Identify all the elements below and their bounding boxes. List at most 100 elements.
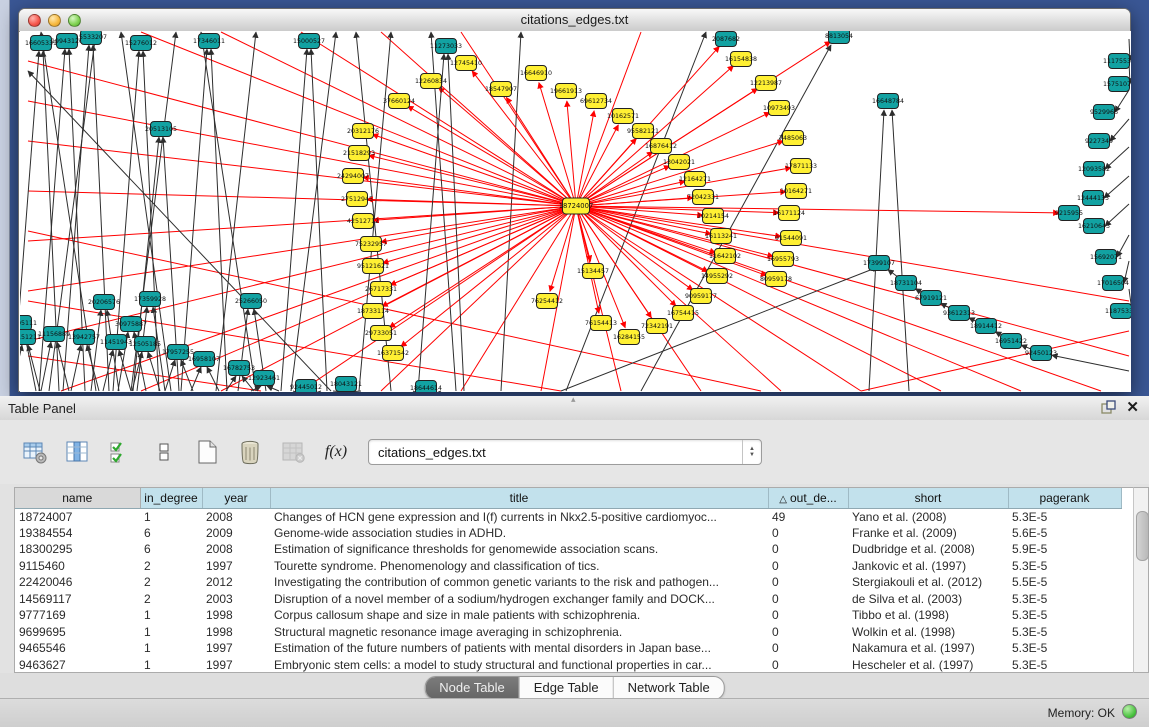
table-row[interactable]: 1938455462009Genome-wide association stu… (15, 525, 1121, 542)
table-row[interactable]: 911546021997Tourette syndrome. Phenomeno… (15, 558, 1121, 575)
memory-ok-indicator[interactable] (1122, 704, 1137, 719)
graph-node[interactable]: 15533207 (75, 31, 107, 45)
select-all-check-icon[interactable] (106, 437, 136, 467)
table-row[interactable]: 2242004622012Investigating the contribut… (15, 574, 1121, 591)
column-header-in_degree[interactable]: in_degree (140, 488, 202, 508)
new-document-icon[interactable] (192, 437, 222, 467)
graph-node[interactable]: 76154413 (585, 316, 617, 331)
graph-node[interactable]: 2087682 (712, 32, 740, 47)
cell-in_degree: 6 (140, 525, 202, 542)
scrollbar-thumb[interactable] (1136, 511, 1149, 561)
graph-node[interactable]: 72342191 (641, 319, 673, 334)
table-row[interactable]: 1456911722003Disruption of a novel membe… (15, 591, 1121, 608)
graph-node[interactable]: 75232957 (355, 237, 387, 252)
graph-node[interactable]: 16951422 (995, 334, 1027, 349)
cell-title: Disruption of a novel member of a sodium… (270, 591, 768, 608)
table-row[interactable]: 969969511998Structural magnetic resonanc… (15, 624, 1121, 641)
tab-edge-table[interactable]: Edge Table (519, 677, 613, 699)
column-header-year[interactable]: year (202, 488, 270, 508)
tab-node-table[interactable]: Node Table (425, 677, 519, 699)
graph-node[interactable]: 19943120 (51, 34, 83, 49)
graph-node[interactable]: 7485063 (779, 131, 807, 146)
graph-node[interactable]: 16782753 (223, 361, 255, 376)
table-row[interactable]: 1830029562008Estimation of significance … (15, 541, 1121, 558)
graph-node[interactable]: 91544091 (775, 231, 807, 246)
graph-node[interactable]: 15276012 (125, 36, 157, 51)
cell-short: Stergiakouli et al. (2012) (848, 574, 1008, 591)
graph-node[interactable]: 19661913 (550, 84, 582, 99)
graph-node[interactable]: 69612734 (580, 94, 612, 109)
graph-node[interactable]: 12745410 (450, 56, 482, 71)
graph-node[interactable]: 18043121 (330, 377, 362, 392)
desktop-left-strip (0, 0, 10, 396)
column-header-pagerank[interactable]: pagerank (1008, 488, 1121, 508)
graph-node[interactable]: 17871133 (785, 159, 817, 174)
graph-node[interactable]: 16284155 (613, 330, 645, 345)
graph-node[interactable]: 11875333 (1105, 304, 1131, 319)
graph-node[interactable]: 13505111 (20, 316, 37, 331)
table-vertical-scrollbar[interactable] (1133, 487, 1149, 673)
graph-node[interactable]: 9529966 (1090, 105, 1118, 120)
graph-node[interactable]: 16648784 (872, 94, 904, 109)
network-canvas[interactable]: 2031217621518293242940072751294542512712… (20, 31, 1131, 392)
cell-short: Nakamura et al. (1997) (848, 640, 1008, 657)
graph-node[interactable]: 12213987 (750, 76, 782, 91)
tab-network-table[interactable]: Network Table (613, 677, 724, 699)
graph-node[interactable]: 10164271 (780, 184, 812, 199)
graph-node[interactable]: 8813054 (825, 31, 853, 44)
cell-out_de: 0 (768, 574, 848, 591)
cell-short: Tibbo et al. (1998) (848, 607, 1008, 624)
graph-node[interactable]: 16605331 (25, 36, 57, 51)
graph-node[interactable]: 21518293 (343, 146, 375, 161)
graph-node[interactable]: 16113241 (705, 229, 737, 244)
table-row[interactable]: 977716911998Corpus callosum shape and si… (15, 607, 1121, 624)
close-panel-icon[interactable]: ✕ (1126, 400, 1139, 415)
graph-node[interactable]: 9215955 (1055, 206, 1083, 221)
graph-node[interactable]: 18731104 (890, 276, 922, 291)
graph-node[interactable]: 18644614 (410, 381, 442, 393)
graph-node[interactable]: 9227349 (1085, 134, 1113, 149)
graph-node[interactable]: 12164271 (679, 172, 711, 187)
function-builder-icon[interactable]: f(x) (321, 437, 351, 467)
graph-node[interactable]: 15751074 (1103, 77, 1131, 92)
table-row[interactable]: 946554611997Estimation of the future num… (15, 640, 1121, 657)
graph-node[interactable]: 20206576 (88, 295, 120, 310)
graph-node[interactable]: 11273033 (430, 39, 462, 54)
float-panel-icon[interactable] (1101, 400, 1116, 415)
graph-node[interactable]: 29733051 (365, 326, 397, 341)
column-header-short[interactable]: short (848, 488, 1008, 508)
column-header-name[interactable]: name (15, 488, 140, 508)
graph-node[interactable]: 67919121 (915, 291, 947, 306)
graph-node[interactable]: 92445012 (290, 380, 322, 393)
graph-node[interactable]: 17399107 (863, 256, 895, 271)
graph-node[interactable]: 16154838 (725, 52, 757, 67)
network-window-titlebar[interactable]: citations_edges.txt (19, 9, 1130, 32)
table-row[interactable]: 946362711997Embryonic stem cells: a mode… (15, 657, 1121, 674)
splitter-collapse-icon[interactable]: ▴ (571, 394, 576, 405)
column-header-title[interactable]: title (270, 488, 768, 508)
graph-node[interactable]: 95121621 (357, 259, 389, 274)
graph-node[interactable]: 17346011 (193, 34, 225, 49)
delete-trash-icon[interactable] (235, 437, 265, 467)
graph-edge (281, 49, 307, 391)
graph-node[interactable]: 17359928 (134, 292, 166, 307)
graph-edge (28, 345, 40, 391)
graph-node[interactable]: 16646910 (520, 66, 552, 81)
table-settings-icon[interactable] (20, 437, 50, 467)
graph-node[interactable]: 16371542 (377, 346, 409, 361)
graph-node[interactable]: 13942757 (68, 330, 100, 345)
graph-node[interactable]: 11175533 (1103, 54, 1131, 69)
table-row[interactable]: 1872400712008Changes of HCN gene express… (15, 508, 1121, 525)
cell-in_degree: 1 (140, 508, 202, 525)
graph-node[interactable]: 25266050 (235, 294, 267, 309)
table-select-dropdown[interactable]: citations_edges.txt ▲▼ (368, 439, 762, 465)
select-column-icon[interactable] (63, 437, 93, 467)
table-panel-title: Table Panel (8, 401, 76, 416)
graph-node[interactable]: 15000527 (293, 34, 325, 49)
graph-edge (576, 66, 734, 206)
column-header-out_de[interactable]: △out_de... (768, 488, 848, 508)
rows-icon[interactable] (149, 437, 179, 467)
graph-edge (1105, 204, 1129, 226)
graph-node[interactable]: 18724007 (559, 198, 594, 214)
graph-node[interactable]: 39151211 (20, 330, 41, 345)
